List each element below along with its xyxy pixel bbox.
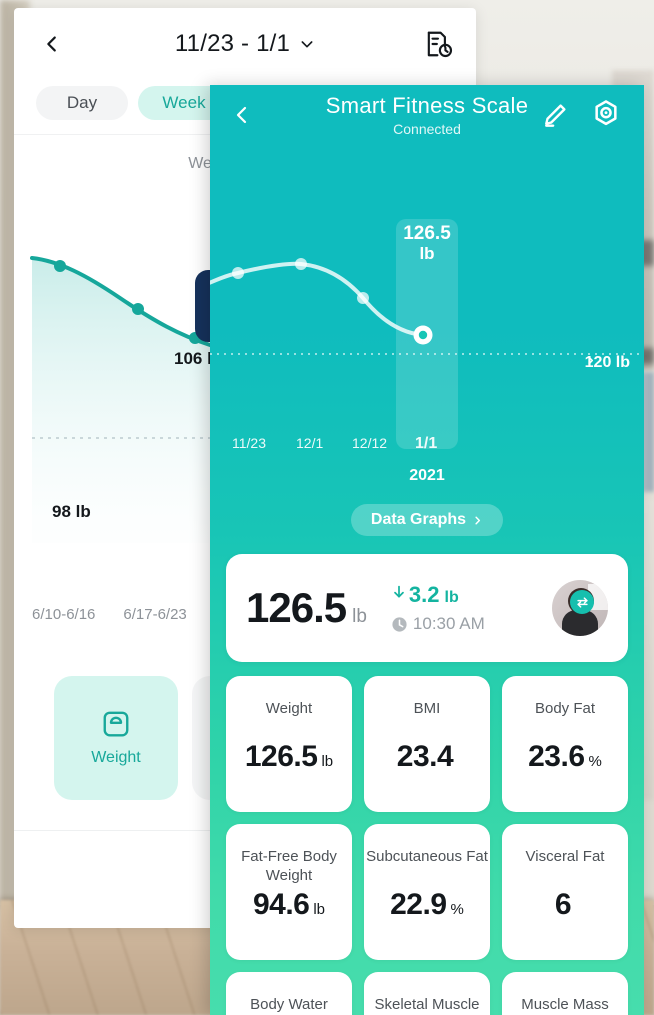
weight-delta-unit: lb bbox=[444, 589, 459, 606]
x-tick-1: 12/1 bbox=[296, 435, 324, 451]
metric-card[interactable]: Skeletal Muscle 43.5 % bbox=[364, 972, 490, 1015]
metric-label: Skeletal Muscle bbox=[374, 996, 480, 1013]
avatar[interactable] bbox=[552, 580, 608, 636]
x-tick-2: 12/12 bbox=[352, 435, 388, 451]
device-title-block: Smart Fitness Scale Connected bbox=[210, 93, 644, 137]
latest-meta: 3.2 lb 10:30 AM bbox=[391, 582, 485, 634]
latest-weight-value: 126.5 bbox=[246, 584, 347, 631]
chevron-left-icon bbox=[47, 36, 56, 52]
background-topbar: 11/23 - 1/1 bbox=[14, 8, 476, 80]
weight-delta-value: 3.2 bbox=[408, 582, 440, 607]
chart-lower-label: 98 lb bbox=[52, 502, 91, 521]
metric-tab-weight[interactable]: Weight bbox=[54, 676, 178, 800]
date-range-title: 11/23 - 1/1 bbox=[174, 30, 291, 57]
metric-label: Muscle Mass bbox=[521, 996, 609, 1013]
back-button[interactable] bbox=[36, 28, 68, 60]
metric-value: 23.6 bbox=[528, 740, 585, 773]
metric-value-row: 23.6 % bbox=[528, 740, 602, 774]
metric-value-row: 23.4 bbox=[397, 740, 457, 774]
metric-card[interactable]: Subcutaneous Fat 22.9 % bbox=[364, 824, 490, 960]
metric-value: 6 bbox=[554, 888, 572, 921]
chevron-right-icon bbox=[588, 356, 593, 365]
scale-icon bbox=[103, 711, 129, 737]
metric-value: 94.6 bbox=[252, 888, 310, 921]
selected-weight-value: 126.5 bbox=[403, 223, 451, 244]
measurement-time-value: 10:30 AM bbox=[412, 614, 485, 633]
metric-card[interactable]: Body Fat 23.6 % bbox=[502, 676, 628, 812]
period-tab-day-label: Day bbox=[66, 93, 98, 112]
metric-label: Visceral Fat bbox=[525, 848, 605, 865]
metric-value-row: 22.9 % bbox=[390, 888, 464, 922]
metric-label: BMI bbox=[413, 700, 441, 717]
metric-card[interactable]: Visceral Fat 6 bbox=[502, 824, 628, 960]
device-status: Connected bbox=[393, 121, 461, 137]
pencil-icon[interactable] bbox=[540, 100, 570, 130]
selected-weight-unit: lb bbox=[419, 244, 435, 264]
metric-value-row: 6 bbox=[555, 888, 575, 922]
arrow-down-icon bbox=[394, 585, 404, 598]
metric-tab-weight-label: Weight bbox=[91, 749, 141, 766]
device-name: Smart Fitness Scale bbox=[325, 93, 529, 118]
metric-label: Body Fat bbox=[534, 700, 596, 717]
metrics-grid: Weight 126.5 lb BMI 23.4 Body Fat 23.6 % bbox=[210, 662, 644, 1015]
metric-value-row: 94.6 lb bbox=[253, 888, 325, 922]
metric-value-row: 126.5 lb bbox=[245, 740, 333, 774]
metric-card[interactable]: Muscle Mass 90.0 lb bbox=[502, 972, 628, 1015]
x-tick-1: 6/17-6/23 bbox=[123, 606, 187, 623]
metric-value: 126.5 bbox=[244, 740, 318, 773]
metric-unit: lb bbox=[313, 901, 326, 918]
device-weight-chart[interactable]: 126.5 lb 120 lb 11/23 12/1 12/12 1/1 202… bbox=[210, 147, 644, 512]
metric-unit: % bbox=[450, 901, 464, 918]
latest-measurement-card[interactable]: 126.5 lb 3.2 lb 10:30 AM bbox=[226, 554, 628, 662]
metric-label: Body Water bbox=[250, 996, 328, 1013]
chart-year-label: 2021 bbox=[409, 467, 445, 484]
gridline-goal-label[interactable]: 120 lb bbox=[585, 354, 630, 372]
period-tab-day[interactable]: Day bbox=[36, 86, 128, 120]
period-tab-week-label: Week bbox=[162, 93, 206, 112]
data-graphs-label: Data Graphs bbox=[370, 511, 467, 528]
switch-user-icon bbox=[576, 596, 588, 608]
x-tick-0: 11/23 bbox=[232, 435, 266, 451]
weight-delta: 3.2 lb bbox=[391, 582, 485, 608]
metric-label: Fat-Free Body Weight bbox=[241, 848, 337, 884]
clock-icon bbox=[392, 616, 407, 632]
selected-value-bubble: 126.5 lb bbox=[396, 223, 458, 263]
measurement-time: 10:30 AM bbox=[391, 614, 485, 634]
device-chart-svg bbox=[210, 258, 644, 355]
screenshot-root: 11/23 - 1/1 Day Week Weigh bbox=[0, 0, 654, 1015]
device-header: Smart Fitness Scale Connected bbox=[210, 85, 644, 147]
chevron-right-icon bbox=[475, 516, 481, 524]
metric-value: 22.9 bbox=[390, 888, 447, 921]
metric-label: Weight bbox=[265, 700, 313, 717]
metric-unit: lb bbox=[321, 753, 334, 770]
device-chart-x-axis: 11/23 12/1 12/12 1/1 bbox=[210, 435, 644, 457]
metric-card[interactable]: BMI 23.4 bbox=[364, 676, 490, 812]
metric-card[interactable]: Fat-Free Body Weight 94.6 lb bbox=[226, 824, 352, 960]
metric-unit: % bbox=[588, 753, 602, 770]
metric-card[interactable]: Weight 126.5 lb bbox=[226, 676, 352, 812]
chevron-down-icon bbox=[301, 41, 313, 48]
metric-card[interactable]: Body Water 51.3 % bbox=[226, 972, 352, 1015]
x-tick-3: 1/1 bbox=[415, 435, 438, 452]
smart-scale-detail-panel: Smart Fitness Scale Connected 126.5 lb 1… bbox=[210, 85, 644, 1015]
latest-weight: 126.5 lb bbox=[246, 584, 367, 632]
x-tick-0: 6/10-6/16 bbox=[32, 606, 96, 623]
document-clock-icon[interactable] bbox=[424, 29, 454, 59]
switch-user-badge[interactable] bbox=[570, 590, 594, 614]
metric-label: Subcutaneous Fat bbox=[366, 848, 488, 865]
gear-icon[interactable] bbox=[590, 98, 622, 130]
latest-weight-unit: lb bbox=[352, 606, 367, 627]
metric-value: 23.4 bbox=[396, 740, 454, 773]
